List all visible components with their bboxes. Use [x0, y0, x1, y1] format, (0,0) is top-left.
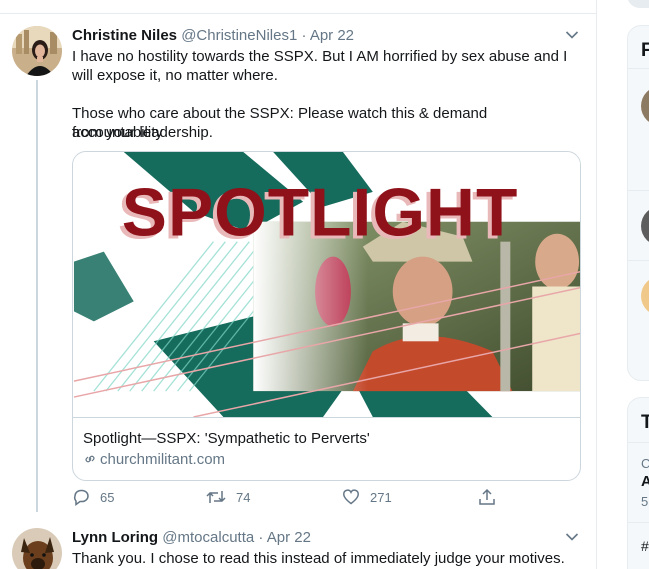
card-title[interactable]: Spotlight—SSPX: 'Sympathetic to Perverts…	[83, 430, 370, 447]
trend-hashtag[interactable]: #	[641, 538, 649, 554]
like-button[interactable]: 271	[342, 488, 392, 506]
trend-context: C	[641, 456, 649, 471]
right-sidebar: F T C A 5 #	[597, 0, 649, 569]
link-icon	[85, 455, 95, 463]
tweet-text-line: Thank you. I chose to read this instead …	[72, 550, 565, 567]
suggestion-avatar[interactable]	[641, 86, 649, 126]
trend-name[interactable]: A	[641, 473, 649, 490]
trends-panel: T C A 5 #	[627, 397, 649, 569]
avatar-lynn-loring[interactable]	[12, 528, 62, 569]
chevron-down-icon[interactable]	[565, 30, 579, 40]
tweet-header: Christine Niles @ChristineNiles1 · Apr 2…	[72, 26, 354, 46]
author-name[interactable]: Lynn Loring	[72, 529, 158, 546]
like-count: 271	[370, 489, 392, 505]
author-handle[interactable]: @ChristineNiles1	[181, 27, 297, 44]
retweet-icon	[206, 491, 226, 503]
spotlight-headline: SPOTLIGHT SPOTLIGHT	[118, 176, 519, 254]
tweet-header: Lynn Loring @mtocalcutta · Apr 22	[72, 528, 311, 548]
card-domain[interactable]: churchmilitant.com	[83, 451, 225, 468]
thread-connector-line	[36, 80, 38, 512]
tweet-actions: 65 74 271	[72, 488, 502, 512]
share-icon	[479, 488, 495, 505]
separator-dot: ·	[301, 27, 307, 44]
tweet-date[interactable]: Apr 22	[310, 27, 354, 44]
retweet-count: 74	[236, 489, 251, 505]
tweet-text-line: I have no hostility towards the SSPX. Bu…	[72, 48, 568, 65]
reply-count: 65	[100, 489, 115, 505]
search-box-edge[interactable]	[627, 0, 649, 8]
suggestion-avatar[interactable]	[641, 206, 649, 246]
trend-count: 5	[641, 494, 649, 509]
share-button[interactable]	[478, 488, 506, 506]
link-preview-card[interactable]: SPOTLIGHT SPOTLIGHT Spotlight—SSPX: 'Sym…	[72, 151, 581, 481]
panel-heading-letter: F	[641, 40, 649, 61]
avatar-christine-niles[interactable]	[12, 26, 62, 76]
reply-icon	[73, 489, 89, 506]
chevron-down-icon[interactable]	[565, 532, 579, 542]
card-domain-text: churchmilitant.com	[100, 451, 226, 468]
separator-dot: ·	[258, 529, 264, 546]
timeline-top-divider	[0, 13, 597, 14]
follow-suggestions-panel: F	[627, 25, 649, 381]
tweet-lynn-loring[interactable]: Lynn Loring @mtocalcutta · Apr 22 Thank …	[0, 528, 597, 569]
author-handle[interactable]: @mtocalcutta	[162, 529, 254, 546]
svg-text:SPOTLIGHT: SPOTLIGHT	[122, 176, 519, 251]
tweet-christine-niles[interactable]: Christine Niles @ChristineNiles1 · Apr 2…	[0, 26, 597, 516]
suggestion-avatar[interactable]	[641, 276, 649, 316]
card-preview-image[interactable]: SPOTLIGHT SPOTLIGHT	[73, 152, 581, 418]
reply-button[interactable]: 65	[72, 488, 114, 506]
panel-heading-letter: T	[641, 412, 649, 433]
timeline: Christine Niles @ChristineNiles1 · Apr 2…	[0, 0, 597, 569]
tweet-text-line: will expose it, no matter where.	[72, 67, 278, 84]
retweet-button[interactable]: 74	[206, 488, 250, 506]
heart-icon	[343, 489, 359, 505]
author-name[interactable]: Christine Niles	[72, 27, 177, 44]
tweet-text-line: from your leadership.	[72, 124, 213, 141]
tweet-date[interactable]: Apr 22	[267, 529, 311, 546]
